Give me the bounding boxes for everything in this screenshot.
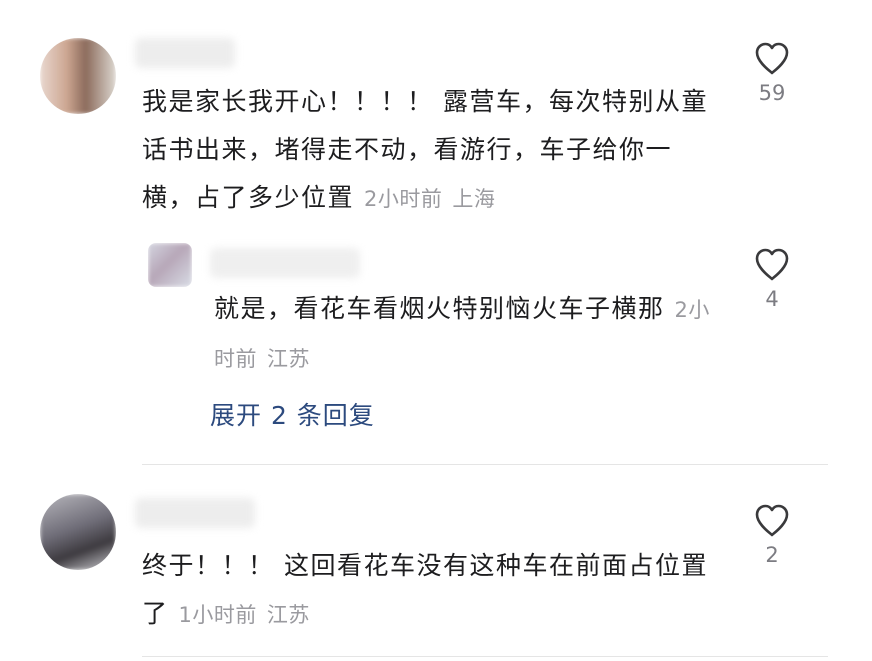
- reply-text: 就是，看花车看烟火特别恼火车子横那 2小时前 江苏: [214, 285, 714, 383]
- comment-text: 我是家长我开心！！！！ 露营车，每次特别从童话书出来，堵得走不动，看游行，车子给…: [142, 78, 722, 223]
- expand-replies-button[interactable]: 展开 2 条回复: [210, 396, 375, 432]
- reply-body: 就是，看花车看烟火特别恼火车子横那: [214, 294, 665, 323]
- comment-item: 我是家长我开心！！！！ 露营车，每次特别从童话书出来，堵得走不动，看游行，车子给…: [0, 0, 872, 460]
- heart-outline-icon: [755, 42, 789, 75]
- comment-location: 江苏: [266, 603, 310, 627]
- avatar[interactable]: [40, 38, 116, 114]
- avatar[interactable]: [40, 494, 116, 570]
- divider: [142, 464, 828, 465]
- like-count: 2: [765, 543, 779, 567]
- username[interactable]: [135, 38, 235, 68]
- reply-avatar[interactable]: [148, 243, 192, 287]
- heart-outline-icon: [755, 504, 789, 537]
- like-count: 59: [758, 81, 786, 105]
- heart-outline-icon: [755, 248, 789, 281]
- comment-time: 2小时前: [364, 187, 443, 211]
- reply-like-button[interactable]: 4: [742, 248, 802, 311]
- like-button[interactable]: 2: [742, 504, 802, 567]
- divider: [142, 656, 828, 657]
- comment-item: 终于！！！ 这回看花车没有这种车在前面占位置了 1小时前 江苏 2: [0, 470, 872, 660]
- username[interactable]: [135, 498, 255, 528]
- comment-time: 1小时前: [178, 603, 257, 627]
- reply-username[interactable]: [210, 248, 360, 278]
- like-button[interactable]: 59: [742, 42, 802, 105]
- reply-like-count: 4: [765, 287, 779, 311]
- reply-location: 江苏: [267, 347, 310, 371]
- comment-location: 上海: [452, 187, 496, 211]
- comment-text: 终于！！！ 这回看花车没有这种车在前面占位置了 1小时前 江苏: [142, 542, 722, 639]
